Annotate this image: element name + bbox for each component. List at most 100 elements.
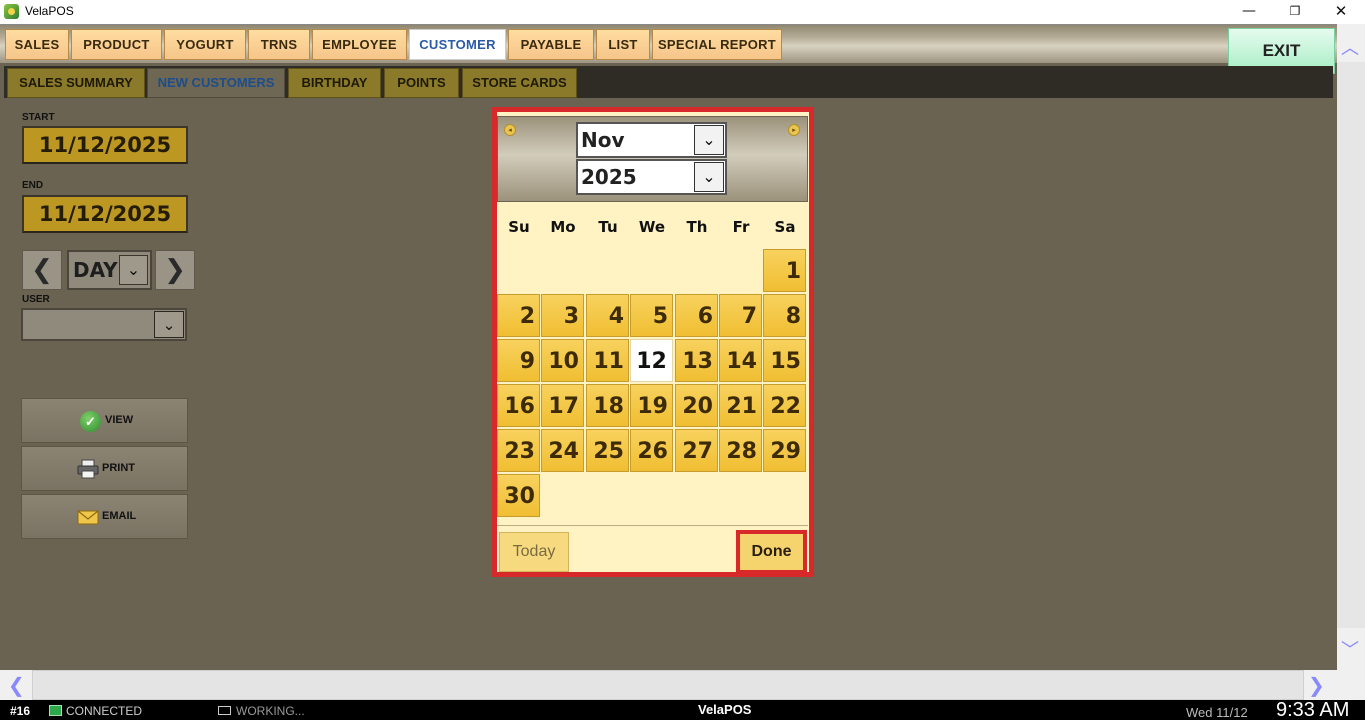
calendar-divider <box>497 525 808 526</box>
chevron-down-icon[interactable]: ⌄ <box>694 125 724 155</box>
prev-period-button[interactable]: ❮ <box>22 250 62 290</box>
calendar-day[interactable]: 16 <box>497 384 540 427</box>
prev-month-icon[interactable]: ◂ <box>504 124 516 136</box>
tab-trns[interactable]: TRNS <box>248 29 310 60</box>
user-label: USER <box>22 294 50 305</box>
maximize-button[interactable]: ❐ <box>1272 0 1318 24</box>
user-select[interactable]: ⌄ <box>21 308 187 341</box>
print-label: PRINT <box>102 462 135 474</box>
weekday-label: Fr <box>732 218 750 236</box>
chevron-down-icon[interactable]: ⌄ <box>694 162 724 192</box>
weekday-label: Sa <box>774 218 796 236</box>
calendar-day[interactable]: 3 <box>541 294 584 337</box>
calendar-day[interactable]: 21 <box>719 384 762 427</box>
weekday-label: Tu <box>598 218 618 236</box>
calendar-day[interactable]: 4 <box>586 294 629 337</box>
year-select[interactable]: 2025 ⌄ <box>576 159 727 195</box>
scroll-corner <box>1337 670 1365 700</box>
end-date-field[interactable]: 11/12/2025 <box>22 195 188 233</box>
calendar-day[interactable]: 23 <box>497 429 540 472</box>
calendar-day[interactable]: 24 <box>541 429 584 472</box>
tab-customer[interactable]: CUSTOMER <box>409 29 506 60</box>
calendar-day[interactable]: 6 <box>675 294 718 337</box>
close-button[interactable]: ✕ <box>1318 0 1364 24</box>
calendar-day[interactable]: 28 <box>719 429 762 472</box>
year-value: 2025 <box>581 165 637 189</box>
calendar-day[interactable]: 25 <box>586 429 629 472</box>
calendar-header: ◂ ▸ Nov ⌄ 2025 ⌄ <box>497 116 808 202</box>
calendar-day[interactable]: 5 <box>630 294 673 337</box>
scroll-left-icon[interactable]: ❮ <box>8 673 25 697</box>
status-bar: #16 CONNECTED WORKING... VelaPOS Wed 11/… <box>0 699 1365 720</box>
tab-yogurt[interactable]: YOGURT <box>164 29 246 60</box>
calendar-day[interactable]: 10 <box>541 339 584 382</box>
calendar-day[interactable]: 11 <box>586 339 629 382</box>
title-bar: VelaPOS — ❐ ✕ <box>0 0 1365 24</box>
next-period-button[interactable]: ❯ <box>155 250 195 290</box>
print-button[interactable]: PRINT <box>21 446 188 491</box>
period-select[interactable]: DAY ⌄ <box>67 250 152 290</box>
calendar-day[interactable]: 19 <box>630 384 673 427</box>
tab-payable[interactable]: PAYABLE <box>508 29 594 60</box>
subtab-store-cards[interactable]: STORE CARDS <box>462 68 577 98</box>
today-button[interactable]: Today <box>499 532 569 572</box>
calendar-day[interactable]: 1 <box>763 249 806 292</box>
weekday-label: Th <box>686 218 708 236</box>
scroll-down-icon[interactable]: ﹀ <box>1341 636 1359 662</box>
tab-list[interactable]: LIST <box>596 29 650 60</box>
weekday-label: Mo <box>550 218 576 236</box>
month-select[interactable]: Nov ⌄ <box>576 122 727 158</box>
tab-sales[interactable]: SALES <box>5 29 69 60</box>
date-picker-popup: ◂ ▸ Nov ⌄ 2025 ⌄ Su Mo Tu We Th Fr Sa 12345678… <box>492 107 814 577</box>
calendar-day[interactable]: 20 <box>675 384 718 427</box>
period-value: DAY <box>73 258 118 282</box>
month-value: Nov <box>581 128 625 152</box>
done-button[interactable]: Done <box>736 530 807 574</box>
calendar-day-selected[interactable]: 12 <box>630 339 673 382</box>
calendar-day[interactable]: 22 <box>763 384 806 427</box>
view-button[interactable]: ✓ VIEW <box>21 398 188 443</box>
minimize-button[interactable]: — <box>1226 0 1272 24</box>
status-app-name: VelaPOS <box>698 702 752 717</box>
calendar-day[interactable]: 30 <box>497 474 540 517</box>
calendar-day[interactable]: 18 <box>586 384 629 427</box>
chevron-down-icon[interactable]: ⌄ <box>119 255 148 285</box>
horizontal-scroll-thumb[interactable] <box>32 670 1304 700</box>
tab-employee[interactable]: EMPLOYEE <box>312 29 407 60</box>
subtab-birthday[interactable]: BIRTHDAY <box>288 68 381 98</box>
start-label: START <box>22 112 55 123</box>
chevron-down-icon[interactable]: ⌄ <box>154 311 184 338</box>
working-status: WORKING... <box>236 704 305 718</box>
email-label: EMAIL <box>102 510 137 522</box>
view-label: VIEW <box>105 414 134 426</box>
weekday-label: We <box>638 218 666 236</box>
tab-product[interactable]: PRODUCT <box>71 29 162 60</box>
check-icon: ✓ <box>80 411 101 432</box>
status-date: Wed 11/12 <box>1186 705 1248 720</box>
calendar-day[interactable]: 8 <box>763 294 806 337</box>
printer-icon <box>77 459 99 479</box>
calendar-day[interactable]: 14 <box>719 339 762 382</box>
calendar-day[interactable]: 15 <box>763 339 806 382</box>
app-logo-icon <box>4 4 19 19</box>
calendar-day[interactable]: 2 <box>497 294 540 337</box>
email-button[interactable]: EMAIL <box>21 494 188 539</box>
vertical-scroll-track[interactable] <box>1337 62 1365 628</box>
scroll-up-icon[interactable]: ︿ <box>1341 34 1359 60</box>
window-icon <box>218 706 231 715</box>
next-month-icon[interactable]: ▸ <box>788 124 800 136</box>
scroll-right-icon[interactable]: ❯ <box>1308 673 1325 697</box>
start-date-field[interactable]: 11/12/2025 <box>22 126 188 164</box>
calendar-day[interactable]: 27 <box>675 429 718 472</box>
calendar-day[interactable]: 17 <box>541 384 584 427</box>
calendar-day[interactable]: 13 <box>675 339 718 382</box>
calendar-day[interactable]: 26 <box>630 429 673 472</box>
calendar-day[interactable]: 9 <box>497 339 540 382</box>
subtab-new-customers[interactable]: NEW CUSTOMERS <box>147 68 285 98</box>
calendar-day[interactable]: 29 <box>763 429 806 472</box>
tab-special-report[interactable]: SPECIAL REPORT <box>652 29 782 60</box>
calendar-day[interactable]: 7 <box>719 294 762 337</box>
subtab-sales-summary[interactable]: SALES SUMMARY <box>7 68 145 98</box>
subtab-points[interactable]: POINTS <box>384 68 459 98</box>
status-time: 9:33 AM <box>1276 699 1350 720</box>
